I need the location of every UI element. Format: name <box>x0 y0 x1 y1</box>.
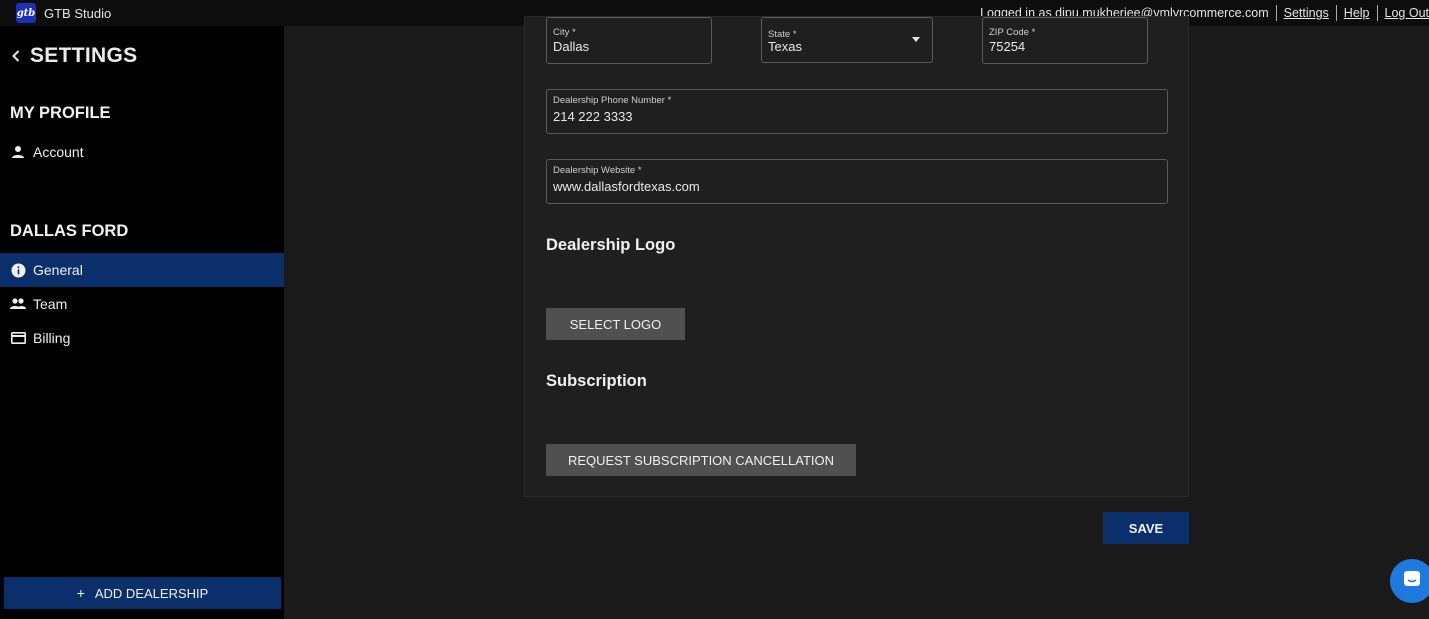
cancel-subscription-button[interactable]: REQUEST SUBSCRIPTION CANCELLATION <box>546 444 856 476</box>
website-label: Dealership Website * <box>553 165 642 176</box>
general-form-card: City * Dallas State * Texas ZIP Code * 7… <box>524 16 1189 497</box>
website-value: www.dallasfordtexas.com <box>553 179 700 194</box>
city-label: City * <box>553 27 576 38</box>
main-content: City * Dallas State * Texas ZIP Code * 7… <box>284 16 1429 619</box>
chat-launcher-button[interactable] <box>1390 559 1429 603</box>
app-title: GTB Studio <box>44 5 112 21</box>
divider <box>1335 5 1337 21</box>
zip-label: ZIP Code * <box>989 27 1036 38</box>
sidebar-item-label: Billing <box>33 330 71 346</box>
sidebar-item-account[interactable]: Account <box>0 135 284 169</box>
phone-field[interactable]: Dealership Phone Number * 214 222 3333 <box>546 89 1168 134</box>
save-button[interactable]: SAVE <box>1103 512 1189 544</box>
divider <box>1376 5 1378 21</box>
phone-value: 214 222 3333 <box>553 109 633 124</box>
caret-down-icon <box>912 37 920 42</box>
zip-field[interactable]: ZIP Code * 75254 <box>982 17 1148 64</box>
settings-link[interactable]: Settings <box>1284 6 1329 20</box>
credit-card-icon <box>10 330 26 346</box>
help-link[interactable]: Help <box>1344 6 1370 20</box>
sidebar-item-billing[interactable]: Billing <box>0 321 284 355</box>
logo-heading: Dealership Logo <box>546 236 676 254</box>
dealer-heading: DALLAS FORD <box>10 222 129 240</box>
phone-label: Dealership Phone Number * <box>553 95 672 106</box>
plus-icon: + <box>76 585 85 601</box>
sidebar-item-label: Team <box>33 296 68 312</box>
my-profile-heading: MY PROFILE <box>10 104 111 122</box>
add-dealership-button[interactable]: + ADD DEALERSHIP <box>4 577 281 609</box>
zip-value: 75254 <box>989 39 1026 54</box>
sidebar-item-label: Account <box>33 144 84 160</box>
sidebar-item-label: General <box>33 262 83 278</box>
add-dealership-label: ADD DEALERSHIP <box>94 585 209 601</box>
select-logo-button[interactable]: SELECT LOGO <box>546 308 685 340</box>
sidebar-item-team[interactable]: Team <box>0 287 284 321</box>
person-icon <box>10 144 26 160</box>
state-value: Texas <box>768 39 802 54</box>
sidebar-item-general[interactable]: General <box>0 253 284 287</box>
gtb-logo[interactable]: gtb <box>16 3 36 23</box>
sidebar: SETTINGS MY PROFILE Account DALLAS FORD … <box>0 26 284 619</box>
website-field[interactable]: Dealership Website * www.dallasfordtexas… <box>546 159 1168 204</box>
chat-icon <box>1402 569 1422 594</box>
city-value: Dallas <box>553 39 590 54</box>
divider <box>1275 5 1277 21</box>
city-field[interactable]: City * Dallas <box>546 17 712 64</box>
settings-header: SETTINGS <box>10 44 137 68</box>
info-icon <box>10 262 26 278</box>
chevron-left-icon[interactable] <box>10 49 22 63</box>
page-title: SETTINGS <box>30 44 138 67</box>
logout-link[interactable]: Log Out <box>1385 6 1429 20</box>
group-icon <box>10 296 26 312</box>
state-select[interactable]: State * Texas <box>761 17 933 63</box>
subscription-heading: Subscription <box>546 372 647 390</box>
